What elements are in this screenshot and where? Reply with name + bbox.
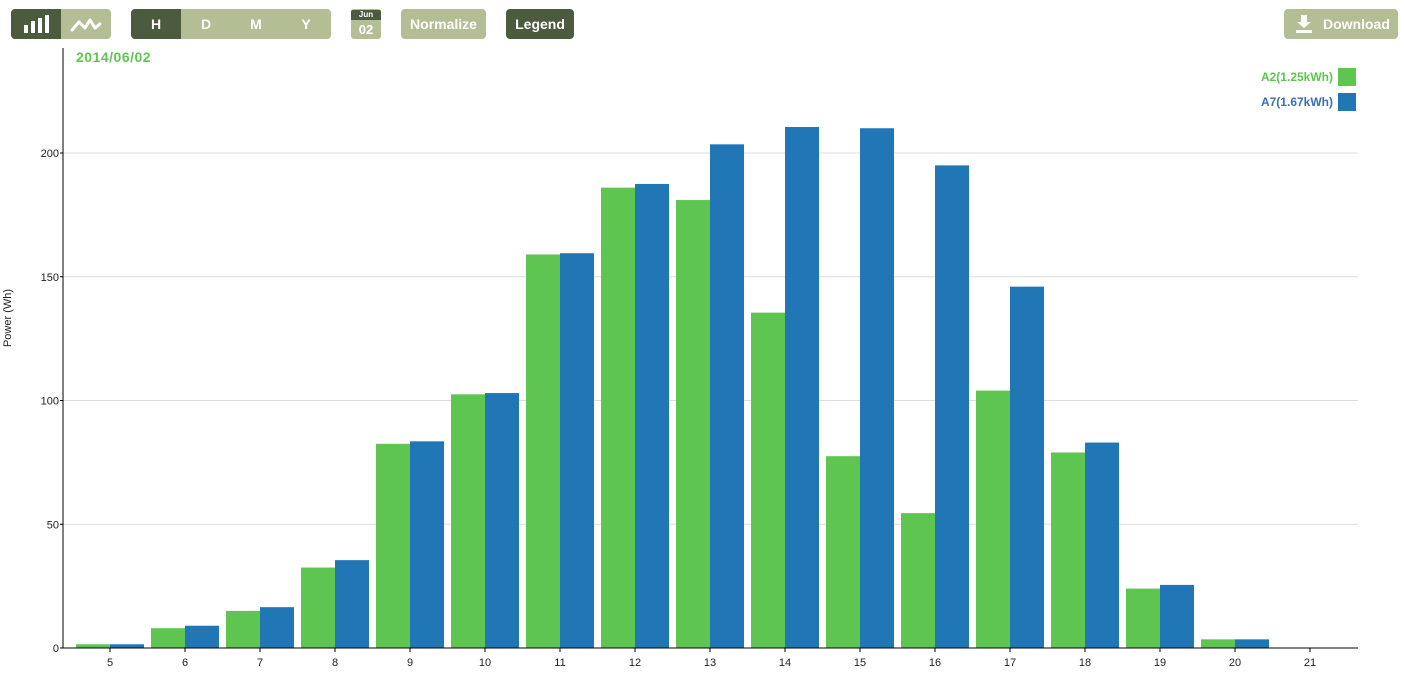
bar-a2-18 — [1051, 452, 1085, 648]
x-tick-label: 20 — [1229, 657, 1241, 669]
y-axis-label: Power (Wh) — [2, 289, 14, 347]
bar-a7-17 — [1010, 286, 1044, 648]
x-tick-label: 16 — [929, 657, 941, 669]
bar-a2-13 — [676, 200, 710, 648]
legend-swatch — [1338, 68, 1356, 86]
bar-a7-8 — [335, 560, 369, 648]
x-tick-label: 6 — [182, 657, 188, 669]
x-tick-label: 14 — [779, 657, 791, 669]
x-tick-label: 9 — [407, 657, 413, 669]
x-tick-label: 10 — [479, 657, 491, 669]
legend-item-a2[interactable]: A2(1.25kWh) — [1261, 68, 1356, 86]
x-tick-label: 12 — [629, 657, 641, 669]
bar-a2-14 — [751, 312, 785, 648]
x-tick-label: 7 — [257, 657, 263, 669]
bar-a2-8 — [301, 567, 335, 648]
bar-a7-5 — [110, 644, 144, 648]
bar-a2-19 — [1126, 588, 1160, 648]
bar-a7-11 — [560, 253, 594, 649]
x-tick-label: 18 — [1079, 657, 1091, 669]
x-tick-label: 13 — [704, 657, 716, 669]
bar-a2-5 — [76, 644, 110, 648]
y-tick-label: 150 — [41, 272, 59, 284]
bar-a2-17 — [976, 390, 1010, 648]
bar-a7-14 — [785, 127, 819, 648]
bar-a2-16 — [901, 513, 935, 648]
bar-a7-6 — [185, 625, 219, 648]
legend-label: A2(1.25kWh) — [1260, 70, 1333, 84]
bar-a7-13 — [710, 144, 744, 648]
bar-a2-11 — [526, 254, 560, 648]
x-tick-label: 8 — [332, 657, 338, 669]
bar-a7-16 — [935, 165, 969, 648]
bar-a7-12 — [635, 183, 669, 648]
bar-a2-6 — [151, 628, 185, 648]
bar-a7-9 — [410, 441, 444, 648]
legend-label: A7(1.67kWh) — [1260, 95, 1333, 109]
bar-a2-15 — [826, 456, 860, 648]
y-tick-label: 200 — [41, 148, 59, 160]
bar-a7-7 — [260, 607, 294, 648]
bar-a2-20 — [1201, 639, 1235, 648]
bar-chart: 0 50 100 150 200 5 6 7 8 9 10 11 12 13 14 15 16 17 18 19 20 2… — [2, 48, 1358, 669]
bar-a2-12 — [601, 187, 635, 648]
y-tick-label: 50 — [47, 519, 59, 531]
x-tick-label: 19 — [1154, 657, 1166, 669]
y-tick-label: 0 — [53, 643, 59, 655]
bar-a2-9 — [376, 443, 410, 648]
bar-a7-10 — [485, 393, 519, 648]
x-tick-label: 15 — [854, 657, 866, 669]
bar-a7-20 — [1235, 639, 1269, 648]
bar-a7-18 — [1085, 442, 1119, 648]
x-tick-label: 21 — [1304, 657, 1316, 669]
x-tick-label: 11 — [554, 657, 565, 669]
y-tick-label: 100 — [41, 396, 59, 408]
bar-a7-15 — [860, 128, 894, 648]
legend-swatch — [1338, 93, 1356, 111]
legend-item-a7[interactable]: A7(1.67kWh) — [1261, 93, 1356, 111]
x-tick-label: 5 — [107, 657, 113, 669]
x-tick-label: 17 — [1004, 657, 1016, 669]
bar-a2-7 — [226, 610, 260, 648]
bar-a2-10 — [451, 394, 485, 648]
bar-a7-19 — [1160, 584, 1194, 648]
